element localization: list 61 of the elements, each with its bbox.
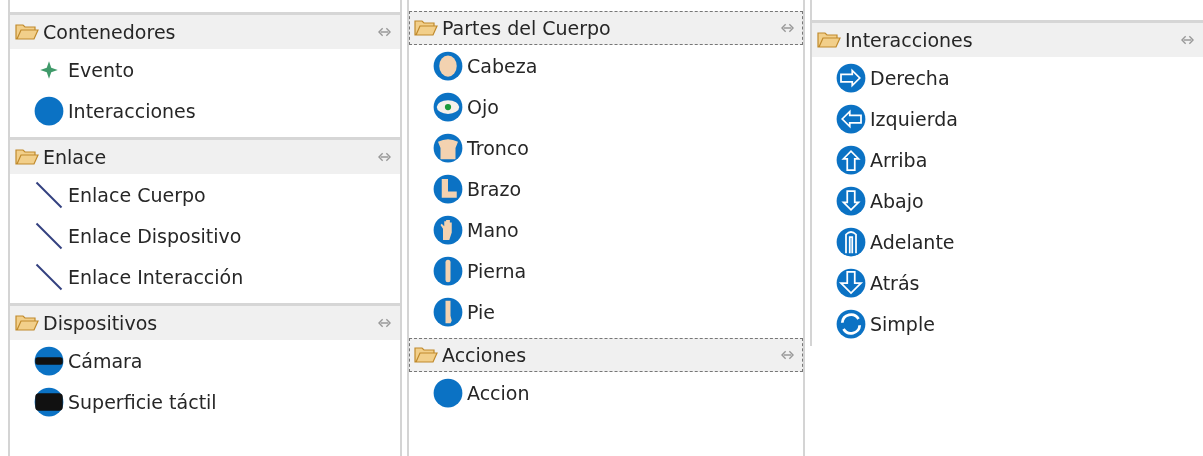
- drawer-header[interactable]: Interacciones: [812, 23, 1203, 57]
- palette-item[interactable]: Enlace Cuerpo: [10, 174, 206, 215]
- torso-icon: [433, 132, 463, 163]
- drawer-header[interactable]: Partes del Cuerpo: [409, 11, 803, 45]
- folder-icon: [414, 18, 438, 38]
- foot-icon: [433, 296, 463, 327]
- palette-item[interactable]: Adelante: [812, 221, 955, 262]
- touchpad-icon: [34, 386, 64, 417]
- palette-item[interactable]: Interacciones: [10, 90, 196, 131]
- palette-item[interactable]: Abajo: [812, 180, 924, 221]
- palette-item[interactable]: Pierna: [409, 250, 527, 291]
- collapse-icon[interactable]: [781, 23, 794, 33]
- drawer-header[interactable]: Acciones: [409, 338, 803, 372]
- hand-icon: [433, 214, 463, 245]
- circle-icon: [34, 95, 64, 126]
- camera-icon: [34, 345, 64, 376]
- palette-item[interactable]: Accion: [409, 372, 530, 413]
- palette-item[interactable]: Tronco: [409, 127, 529, 168]
- drawer-header[interactable]: Dispositivos: [10, 306, 400, 340]
- palette-item[interactable]: Simple: [812, 303, 935, 344]
- palette-item[interactable]: Cabeza: [409, 45, 538, 86]
- folder-icon: [817, 30, 841, 50]
- palette-item[interactable]: Pie: [409, 291, 495, 332]
- drawer-title: Interacciones: [845, 29, 974, 51]
- circle-icon: [433, 377, 463, 408]
- eye-icon: [433, 91, 463, 122]
- folder-icon: [15, 313, 39, 333]
- collapse-icon[interactable]: [1181, 35, 1194, 45]
- palette-item[interactable]: Enlace Dispositivo: [10, 215, 242, 256]
- palette-item[interactable]: Ojo: [409, 86, 499, 127]
- line-icon: [34, 261, 64, 292]
- palette-item[interactable]: Atrás: [812, 262, 920, 303]
- drawer-title: Partes del Cuerpo: [442, 17, 612, 39]
- collapse-icon[interactable]: [378, 27, 391, 37]
- palette-item[interactable]: Enlace Interacción: [10, 256, 244, 297]
- palette-item[interactable]: Arriba: [812, 139, 928, 180]
- collapse-icon[interactable]: [378, 318, 391, 328]
- palette-item[interactable]: Izquierda: [812, 98, 958, 139]
- drawer-title: Acciones: [442, 344, 528, 366]
- palette-item[interactable]: Brazo: [409, 168, 522, 209]
- drawer-header[interactable]: Contenedores: [10, 15, 400, 49]
- cycle-icon: [836, 308, 866, 339]
- drawer-title: Enlace: [43, 146, 108, 168]
- drawer-title: Contenedores: [43, 21, 177, 43]
- folder-icon: [414, 345, 438, 365]
- line-icon: [34, 220, 64, 251]
- arm-icon: [433, 173, 463, 204]
- line-icon: [34, 179, 64, 210]
- palette-item[interactable]: Evento: [10, 49, 135, 90]
- drawer-title: Dispositivos: [43, 312, 159, 334]
- drawer-header[interactable]: Enlace: [10, 140, 400, 174]
- palette-item[interactable]: Mano: [409, 209, 519, 250]
- palette-item[interactable]: Derecha: [812, 57, 950, 98]
- collapse-icon[interactable]: [378, 152, 391, 162]
- palette-item[interactable]: Cámara: [10, 340, 143, 381]
- palette-item[interactable]: Superficie táctil: [10, 381, 217, 422]
- folder-icon: [15, 147, 39, 167]
- folder-icon: [15, 22, 39, 42]
- collapse-icon[interactable]: [781, 350, 794, 360]
- leg-icon: [433, 255, 463, 286]
- head-icon: [433, 50, 463, 81]
